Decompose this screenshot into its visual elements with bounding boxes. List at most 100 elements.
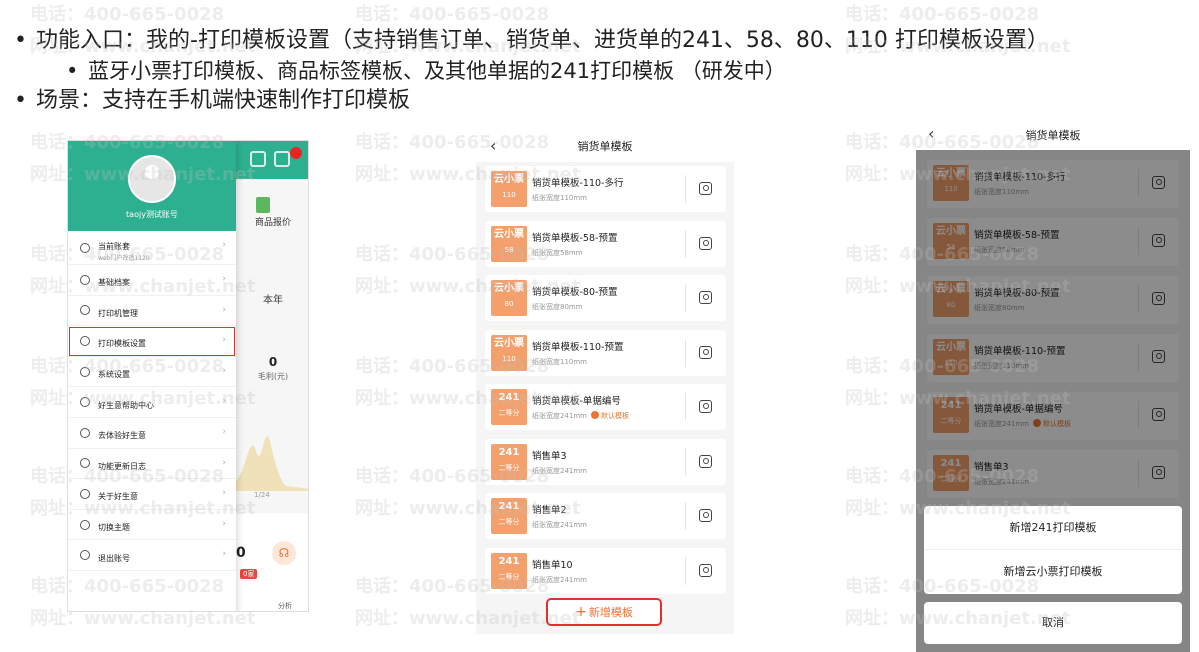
- template-card[interactable]: 云小票 110 销货单模板-110-预置 纸张宽度110mm: [485, 329, 726, 376]
- template-thumb: 云小票 110: [491, 334, 527, 371]
- account-icon: [80, 242, 90, 253]
- template-thumb: 云小票 58: [491, 225, 527, 262]
- drawer-menu: taojy测试账号 当前账套 web门户改造1120 › 基础档案 › 打印机管理 › 打印模…: [68, 141, 236, 611]
- preview-icon[interactable]: [699, 345, 712, 359]
- chevron-right-icon: ›: [222, 518, 226, 529]
- preview-icon[interactable]: [699, 182, 712, 195]
- info-icon: [80, 488, 90, 499]
- template-name: 销货单模板-单据编号: [532, 396, 621, 407]
- paper-width: 纸张宽度110mm: [532, 357, 587, 366]
- watermark-text: 电话：400-665-0028: [355, 4, 550, 25]
- template-icon: [80, 335, 90, 346]
- preview-icon[interactable]: [699, 291, 712, 304]
- watermark-text: 电话：400-665-0028: [845, 4, 1040, 25]
- username: taojy测试账号: [126, 210, 178, 219]
- template-thumb: 241 二等分: [491, 389, 527, 425]
- watermark-text: 电话：400-665-0028: [30, 4, 225, 25]
- paper-width: 纸张宽度80mm: [532, 303, 583, 311]
- home-background: 商品报价 本年 0 毛利(元) 1/24 0 0家 ☊ 分析: [236, 141, 308, 611]
- phone-add-sheet: ‹ 销货单模板 云小票 110 销货单模板-110-多行 纸张宽度110mm 云小票 58…: [916, 118, 1190, 652]
- template-thumb: 241 二等分: [491, 498, 527, 534]
- menu-item-experience[interactable]: 去体验好生意 ›: [68, 418, 236, 449]
- template-card[interactable]: 云小票 110 销货单模板-110-多行 纸张宽度110mm: [485, 166, 726, 212]
- chevron-right-icon: ›: [222, 274, 226, 284]
- experience-icon: [80, 427, 90, 438]
- menu-item-archive[interactable]: 基础档案 ›: [68, 265, 236, 296]
- paper-width: 纸张宽度241mm: [532, 575, 587, 584]
- check-icon: [591, 411, 599, 419]
- template-thumb: 云小票 80: [491, 280, 527, 316]
- menu-item-log[interactable]: 功能更新日志 ›: [68, 449, 236, 480]
- chevron-right-icon: ›: [222, 240, 226, 250]
- paper-width: 纸张宽度58mm: [532, 248, 583, 257]
- template-card[interactable]: 241 二等分 销售单3 纸张宽度241mm: [485, 438, 726, 485]
- menu-item-theme[interactable]: 切换主题 ›: [68, 510, 236, 541]
- preview-icon[interactable]: [699, 509, 712, 522]
- printer-icon: [80, 305, 90, 316]
- chevron-right-icon: ›: [222, 488, 226, 499]
- bottom-value: 0: [236, 545, 246, 561]
- chevron-right-icon: ›: [222, 365, 226, 376]
- menu-item-gear[interactable]: 系统设置 ›: [68, 357, 236, 388]
- action-sheet: 新增241打印模板 新增云小票打印模板: [924, 506, 1182, 594]
- chevron-right-icon: ›: [222, 396, 226, 407]
- preview-icon[interactable]: [699, 454, 712, 468]
- template-name: 销售单3: [532, 450, 567, 462]
- template-card[interactable]: 241 二等分 销售单10 纸张宽度241mm: [485, 547, 726, 594]
- bullet-sub: • 蓝牙小票打印模板、商品标签模板、及其他单据的241打印模板 （研发中）: [66, 59, 786, 83]
- paper-width: 纸张宽度241mm 默认模板: [532, 411, 629, 421]
- template-name: 销货单模板-80-预置: [532, 287, 618, 298]
- template-name: 销售单2: [532, 505, 567, 516]
- template-name: 销货单模板-58-预置: [532, 232, 618, 244]
- bullet-scene: • 场景：支持在手机端快速制作打印模板: [14, 88, 411, 113]
- bottom-tag: 0家: [240, 569, 258, 579]
- template-name: 销货单模板-110-预置: [532, 341, 624, 353]
- phone-template-list: ‹ 销货单模板 云小票 110 销货单模板-110-多行 纸张宽度110mm 云小票 58…: [476, 128, 734, 634]
- year-label[interactable]: 本年: [236, 291, 308, 306]
- page-title: 销货单模板: [577, 140, 633, 153]
- page-title: 销货单模板: [1025, 129, 1081, 142]
- preview-icon[interactable]: [699, 563, 712, 577]
- profit-value: 0: [268, 355, 278, 369]
- chevron-right-icon: ›: [222, 335, 226, 346]
- phone-mine-drawer: 商品报价 本年 0 毛利(元) 1/24 0 0家 ☊ 分析 taojy测试账号…: [67, 140, 309, 612]
- headset-icon[interactable]: ☊: [272, 541, 296, 565]
- template-card[interactable]: 241 二等分 销货单模板-单据编号 纸张宽度241mm 默认模板: [485, 384, 726, 430]
- paper-width: 纸张宽度241mm: [532, 466, 587, 475]
- add-template-button[interactable]: + 新增模板: [546, 598, 662, 626]
- cancel-button[interactable]: 取消: [924, 602, 1182, 644]
- template-thumb: 云小票 110: [491, 171, 527, 207]
- preview-icon[interactable]: [699, 400, 712, 413]
- menu-item-logout[interactable]: 退出账号 ›: [68, 540, 236, 571]
- new-cloud-receipt-template-option[interactable]: 新增云小票打印模板: [924, 550, 1182, 594]
- menu-item-printer[interactable]: 打印机管理 ›: [68, 296, 236, 327]
- theme-icon: [80, 519, 90, 530]
- tab-analysis[interactable]: 分析: [278, 601, 292, 611]
- preview-icon[interactable]: [699, 236, 712, 250]
- template-card[interactable]: 云小票 80 销货单模板-80-预置 纸张宽度80mm: [485, 275, 726, 321]
- chevron-right-icon: ›: [222, 304, 226, 315]
- chevron-right-icon: ›: [222, 549, 226, 560]
- template-card[interactable]: 云小票 58 销货单模板-58-预置 纸张宽度58mm: [485, 220, 726, 267]
- menu-item-info[interactable]: 关于好生意 ›: [68, 479, 236, 510]
- scan-icon[interactable]: [250, 151, 266, 167]
- new-241-template-option[interactable]: 新增241打印模板: [924, 506, 1182, 550]
- gear-icon: [80, 366, 90, 377]
- menu-item-account[interactable]: 当前账套 web门户改造1120 ›: [68, 231, 236, 265]
- bell-icon[interactable]: [274, 151, 290, 167]
- bullet-entry: • 功能入口：我的-打印模板设置（支持销售订单、销货单、进货单的241、58、80…: [14, 28, 1049, 53]
- quote-label: 商品报价: [254, 218, 291, 228]
- logout-icon: [80, 550, 90, 561]
- default-badge: 默认模板: [591, 411, 629, 421]
- archive-icon: [80, 274, 90, 285]
- chart-x-label: 1/24: [254, 491, 270, 499]
- chevron-right-icon: ›: [222, 457, 226, 468]
- chevron-right-icon: ›: [222, 426, 226, 437]
- avatar[interactable]: [128, 155, 176, 203]
- quote-icon[interactable]: [256, 197, 270, 213]
- menu-item-template[interactable]: 打印模板设置 ›: [68, 326, 236, 357]
- menu-item-help[interactable]: 好生意帮助中心 ›: [68, 387, 236, 418]
- template-name: 销售单10: [532, 559, 573, 571]
- template-card[interactable]: 241 二等分 销售单2 纸张宽度241mm: [485, 493, 726, 539]
- paper-width: 纸张宽度110mm: [532, 194, 587, 202]
